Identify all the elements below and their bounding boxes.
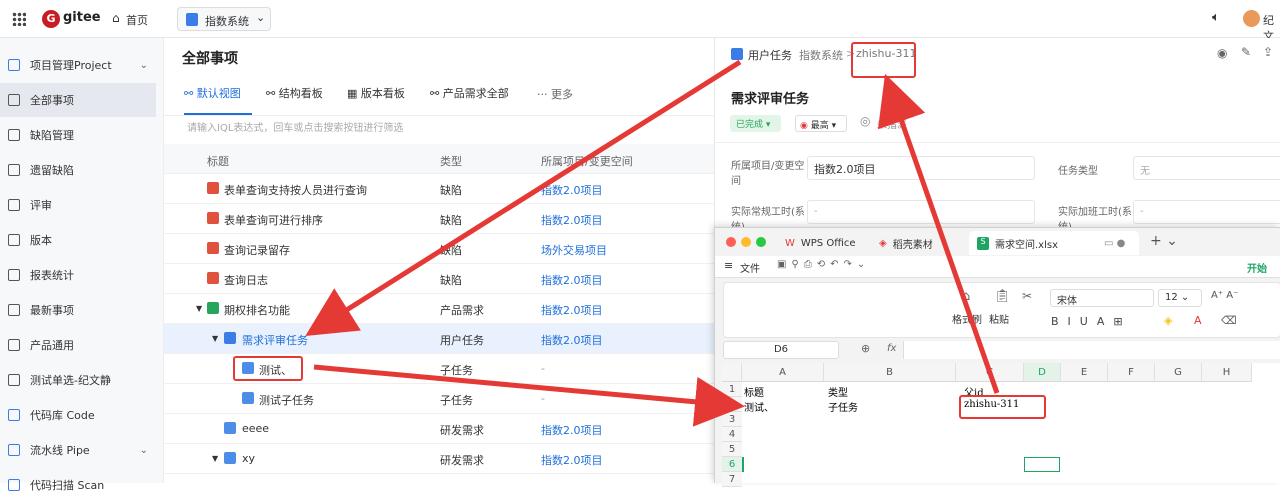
- arrow-to-crumb-id: [877, 73, 1000, 394]
- arrow-to-spreadsheet: [313, 364, 745, 427]
- annotation-arrows: [305, 59, 1000, 427]
- arrow-to-task-row: [305, 59, 742, 336]
